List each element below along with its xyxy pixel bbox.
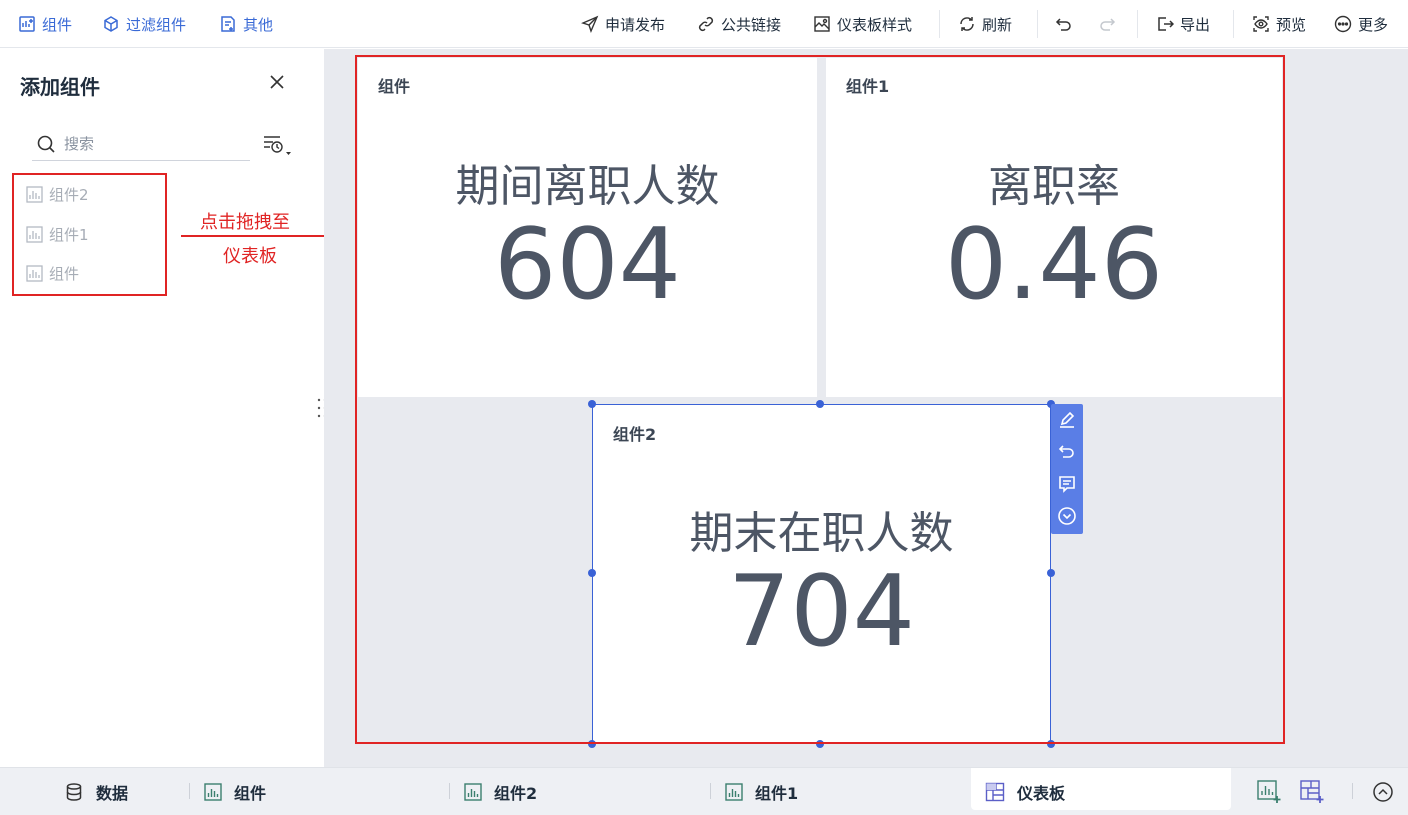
refresh-icon <box>960 17 974 31</box>
chart-icon <box>725 783 743 801</box>
top-toolbar: 组件 过滤组件 其他 申请发布 公共链接 仪表板样式 刷新 导出 预览 更多 <box>0 0 1408 48</box>
add-widget-panel: 添加组件 组件2 组件1 组件 点击拖拽至 <box>0 49 340 767</box>
more-button[interactable]: 更多 <box>1334 0 1388 48</box>
drag-hint-line2: 仪表板 <box>223 246 277 267</box>
tab-dashboard-label: 仪表板 <box>1017 784 1066 803</box>
panel-title: 添加组件 <box>20 75 100 99</box>
public-link-label: 公共链接 <box>721 15 782 34</box>
tab-data-label: 数据 <box>96 784 129 803</box>
undo-button[interactable] <box>1055 0 1073 48</box>
apply-publish-button[interactable]: 申请发布 <box>581 0 665 48</box>
refresh-label: 刷新 <box>982 15 1013 34</box>
widget-list-item-label: 组件2 <box>49 185 89 204</box>
widget-list-item-label: 组件 <box>49 264 80 283</box>
bottom-tab-bar: 数据 组件 组件2 组件1 仪表板 <box>0 767 1408 815</box>
toolbar-divider <box>1233 10 1234 38</box>
widget-list-item[interactable]: 组件1 <box>26 224 89 244</box>
dashboard-style-label: 仪表板样式 <box>837 15 913 34</box>
public-link-button[interactable]: 公共链接 <box>697 0 781 48</box>
send-icon <box>581 15 599 33</box>
add-widget-label: 组件 <box>42 15 73 34</box>
add-dashboard-tab-icon[interactable] <box>1299 779 1325 805</box>
search-box <box>32 127 250 161</box>
export-icon <box>1158 17 1174 31</box>
filter-widget-label: 过滤组件 <box>126 15 187 34</box>
tab-data[interactable]: 数据 <box>64 768 128 815</box>
dashboard-icon <box>985 782 1005 802</box>
tab-widget2[interactable]: 组件2 <box>464 768 537 815</box>
toolbar-divider <box>1037 10 1038 38</box>
filter-widget-button[interactable]: 过滤组件 <box>102 0 186 48</box>
search-input[interactable] <box>64 134 234 153</box>
export-button[interactable]: 导出 <box>1156 0 1210 48</box>
database-icon <box>66 783 82 801</box>
style-icon <box>814 16 830 32</box>
undo-icon <box>1055 18 1071 31</box>
other-button[interactable]: 其他 <box>219 0 273 48</box>
export-label: 导出 <box>1180 15 1211 34</box>
preview-icon <box>1253 16 1269 32</box>
link-icon <box>698 16 714 32</box>
add-widget-tab-icon[interactable] <box>1256 779 1282 805</box>
chart-icon <box>26 264 43 282</box>
chevron-up-circle-icon[interactable] <box>1370 779 1396 805</box>
widget-list-item[interactable]: 组件2 <box>26 184 89 204</box>
dashboard-style-button[interactable]: 仪表板样式 <box>813 0 912 48</box>
apply-publish-label: 申请发布 <box>605 15 666 34</box>
other-icon <box>221 16 235 32</box>
search-icon <box>37 135 55 153</box>
tab-divider <box>1352 783 1353 799</box>
tab-divider <box>189 783 190 799</box>
tab-widget[interactable]: 组件 <box>204 768 266 815</box>
chart-icon <box>26 225 43 243</box>
tab-divider <box>710 783 711 799</box>
widget-list-item-label: 组件1 <box>49 225 89 244</box>
more-label: 更多 <box>1358 15 1389 34</box>
tab-widget2-label: 组件2 <box>494 784 538 803</box>
toolbar-divider <box>1137 10 1138 38</box>
close-icon[interactable] <box>266 71 288 93</box>
sort-history-icon[interactable] <box>262 133 292 159</box>
toolbar-divider <box>939 10 940 38</box>
dashboard-highlight-frame <box>355 55 1285 744</box>
refresh-button[interactable]: 刷新 <box>958 0 1012 48</box>
widget-list-highlight: 组件2 组件1 组件 <box>12 173 167 296</box>
chart-icon <box>464 783 482 801</box>
other-label: 其他 <box>243 15 274 34</box>
preview-label: 预览 <box>1276 15 1307 34</box>
tab-divider <box>449 783 450 799</box>
chart-icon <box>26 185 43 203</box>
filter-widget-icon <box>104 16 118 32</box>
widget-list-item[interactable]: 组件 <box>26 263 79 283</box>
tab-widget1[interactable]: 组件1 <box>725 768 798 815</box>
redo-button[interactable] <box>1098 0 1116 48</box>
redo-icon <box>1100 18 1116 31</box>
tab-widget-label: 组件 <box>234 784 267 803</box>
more-icon <box>1334 15 1352 33</box>
tab-dashboard[interactable]: 仪表板 <box>985 768 1065 815</box>
add-widget-button[interactable]: 组件 <box>18 0 72 48</box>
preview-button[interactable]: 预览 <box>1252 0 1306 48</box>
arrow-right-icon <box>181 232 340 240</box>
add-widget-icon <box>19 16 35 32</box>
chart-icon <box>204 783 222 801</box>
tab-widget1-label: 组件1 <box>755 784 799 803</box>
